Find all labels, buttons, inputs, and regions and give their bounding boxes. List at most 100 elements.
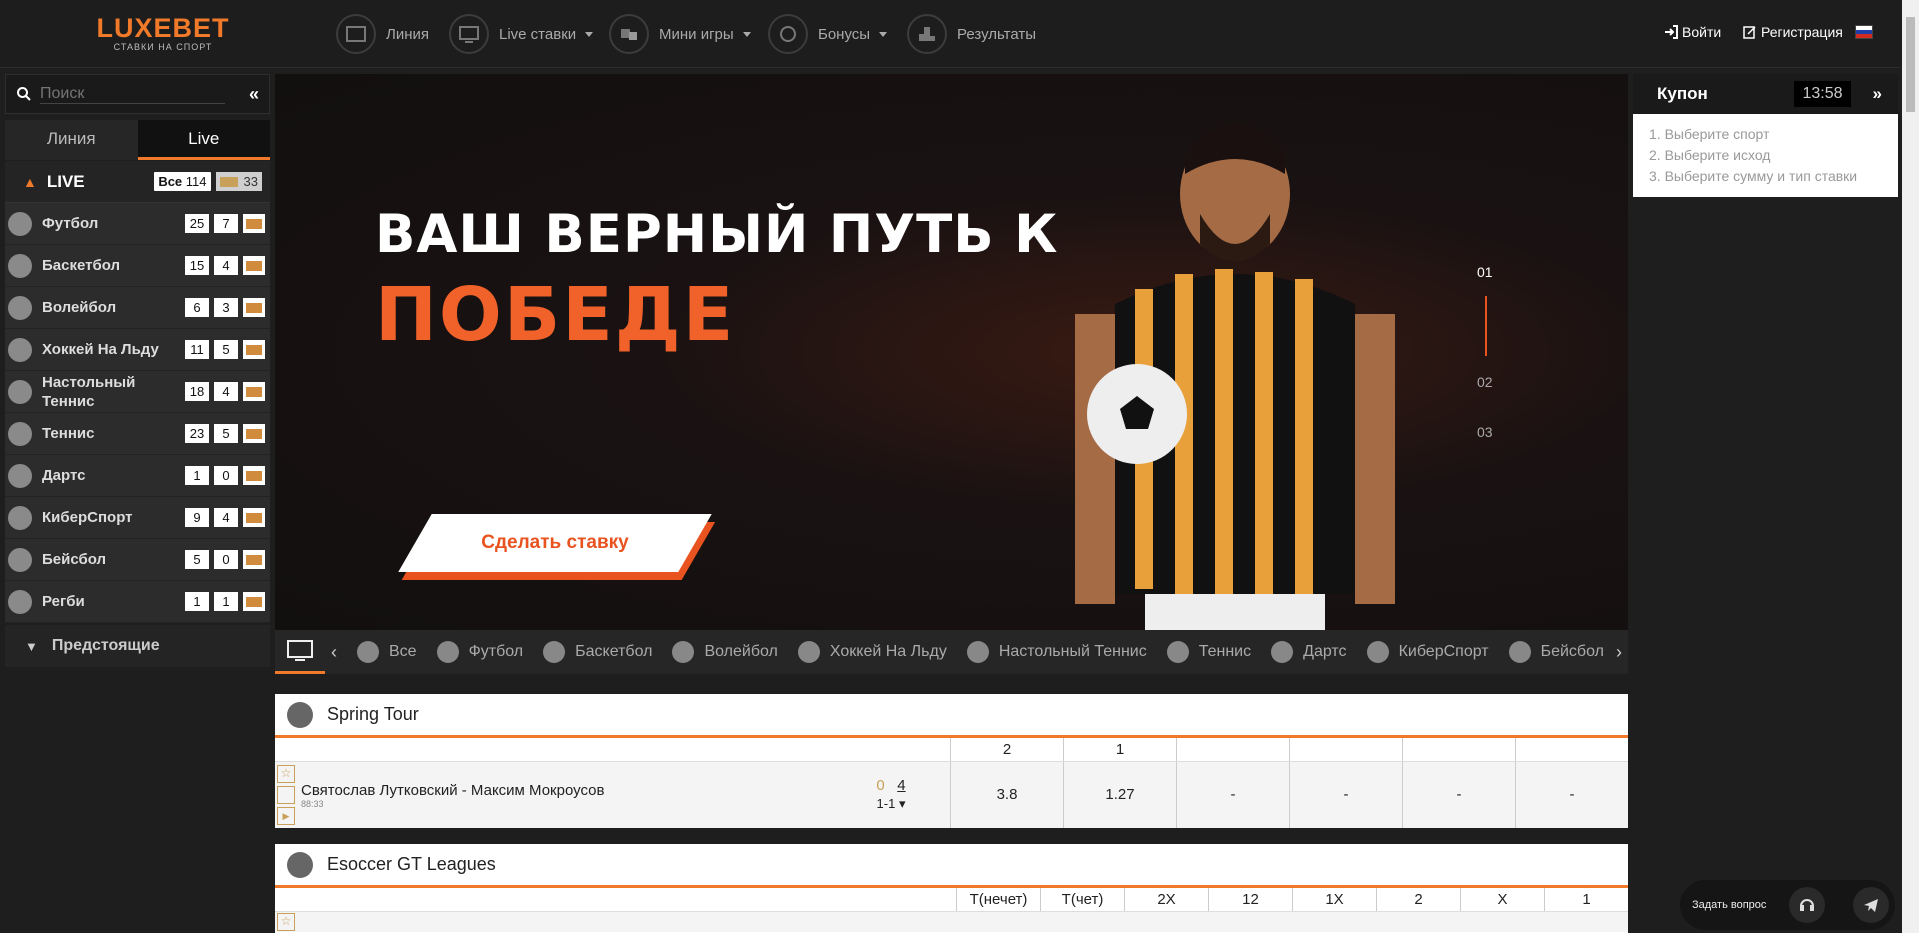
live-count-badge: 5 bbox=[214, 424, 238, 443]
sport-icon bbox=[436, 641, 459, 663]
odd-cell[interactable]: 3.8 bbox=[950, 762, 1063, 828]
make-bet-button[interactable]: Сделать ставку bbox=[398, 514, 712, 572]
collapse-icon[interactable]: « bbox=[249, 84, 259, 105]
odd-cell[interactable]: - bbox=[1289, 762, 1402, 828]
live-count-badge: 4 bbox=[214, 256, 238, 275]
telegram-icon[interactable] bbox=[1852, 887, 1889, 923]
odd-cell[interactable]: - bbox=[1515, 762, 1628, 828]
slide-1[interactable]: 01 bbox=[1477, 264, 1493, 280]
favorite-icon[interactable]: ☆ bbox=[277, 913, 295, 931]
collapse-icon[interactable]: » bbox=[1873, 84, 1882, 104]
sport-tab[interactable]: Хоккей На Льду bbox=[797, 641, 947, 663]
live-icon bbox=[243, 214, 265, 233]
sport-tab[interactable]: Футбол bbox=[436, 641, 523, 663]
sport-icon bbox=[8, 337, 32, 362]
register-icon bbox=[1743, 26, 1756, 39]
flag-ru-icon[interactable] bbox=[1855, 25, 1873, 39]
sport-icon bbox=[8, 589, 32, 614]
sidebar-item-sport[interactable]: Регби 1 1 bbox=[5, 581, 270, 623]
sidebar-item-sport[interactable]: Дартс 1 0 bbox=[5, 455, 270, 497]
login-button[interactable]: Войти bbox=[1664, 24, 1721, 40]
sidebar-item-sport[interactable]: Волейбол 6 3 bbox=[5, 287, 270, 329]
count-badge: 18 bbox=[185, 382, 209, 401]
nav-results[interactable]: Результаты bbox=[907, 14, 1036, 54]
event-block-esoccer: Esoccer GT Leagues Т(нечет) Т(чет) 2Х 12 1Х 2… bbox=[275, 844, 1628, 933]
register-button[interactable]: Регистрация bbox=[1743, 24, 1843, 40]
favorite-icon[interactable]: ☆ bbox=[277, 765, 295, 783]
live-icon bbox=[243, 424, 265, 443]
sport-icon bbox=[8, 253, 32, 278]
nav-line[interactable]: Линия bbox=[336, 14, 429, 54]
live-header[interactable]: ▲ LIVE Все 114 33 bbox=[5, 161, 270, 203]
live-icon bbox=[219, 176, 238, 187]
football-icon bbox=[287, 851, 313, 878]
sport-icon bbox=[8, 211, 32, 236]
sidebar-item-sport[interactable]: Теннис 23 5 bbox=[5, 413, 270, 455]
sidebar-item-sport[interactable]: Бейсбол 5 0 bbox=[5, 539, 270, 581]
slide-3[interactable]: 03 bbox=[1477, 424, 1493, 440]
sport-tab[interactable]: Волейбол bbox=[672, 641, 778, 663]
league-title: Esoccer GT Leagues bbox=[327, 854, 496, 874]
headset-icon[interactable] bbox=[1788, 887, 1825, 923]
odd-cell[interactable]: 1.27 bbox=[1063, 762, 1176, 828]
sport-tab[interactable]: Все bbox=[357, 641, 417, 663]
scrollbar[interactable] bbox=[1902, 0, 1919, 933]
live-tv-icon bbox=[287, 639, 313, 661]
chevron-down-icon bbox=[879, 31, 888, 37]
sport-tab[interactable]: Теннис bbox=[1166, 641, 1251, 663]
sport-icon bbox=[797, 641, 820, 663]
live-tab[interactable] bbox=[275, 630, 325, 674]
live-count-badge[interactable]: 33 bbox=[215, 172, 262, 191]
chevron-right-icon[interactable]: › bbox=[1612, 641, 1622, 663]
logo[interactable]: LUXEBET СТАВКИ НА СПОРТ bbox=[88, 14, 238, 52]
odd-cell[interactable]: - bbox=[1402, 762, 1515, 828]
match-info[interactable]: Святослав Лутковский - Максим Мокроусов … bbox=[299, 782, 856, 809]
odd-cell[interactable]: - bbox=[1176, 762, 1289, 828]
upcoming-toggle[interactable]: ▼ Предстоящие bbox=[5, 625, 270, 667]
search-input[interactable] bbox=[40, 84, 225, 104]
sport-icon bbox=[543, 641, 566, 663]
live-count-badge: 7 bbox=[214, 214, 238, 233]
help-widget[interactable]: Задать вопрос bbox=[1680, 880, 1895, 930]
sidebar-item-sport[interactable]: Баскетбол 15 4 bbox=[5, 245, 270, 287]
search-box: « bbox=[5, 74, 270, 114]
login-icon bbox=[1665, 25, 1678, 39]
play-icon[interactable]: ▶ bbox=[277, 807, 295, 825]
nav-bonuses[interactable]: Бонусы bbox=[768, 14, 888, 54]
live-icon bbox=[243, 382, 265, 401]
live-icon bbox=[243, 256, 265, 275]
sport-tab[interactable]: Настольный Теннис bbox=[966, 641, 1147, 663]
live-count-badge: 4 bbox=[214, 508, 238, 527]
live-count-badge: 3 bbox=[214, 298, 238, 317]
sport-icon bbox=[1166, 641, 1189, 663]
sidebar-item-sport[interactable]: КиберСпорт 9 4 bbox=[5, 497, 270, 539]
sport-tab[interactable]: Дартс bbox=[1271, 641, 1347, 663]
score: 0 4 1-1 ▾ bbox=[876, 777, 906, 811]
podium-icon bbox=[907, 14, 947, 54]
count-badge: 23 bbox=[185, 424, 209, 443]
sport-icon bbox=[8, 295, 32, 320]
all-count-badge[interactable]: Все 114 bbox=[154, 172, 211, 191]
sidebar-item-sport[interactable]: Настольный Теннис 18 4 bbox=[5, 371, 270, 413]
nav-mini-games[interactable]: Мини игры bbox=[609, 14, 751, 54]
slide-2[interactable]: 02 bbox=[1477, 374, 1493, 390]
live-count-badge: 1 bbox=[214, 592, 238, 611]
sidebar-item-sport[interactable]: Футбол 25 7 bbox=[5, 203, 270, 245]
sport-icon bbox=[1271, 641, 1294, 663]
tab-line[interactable]: Линия bbox=[5, 120, 138, 160]
event-block-spring-tour: Spring Tour 21 ☆ ▶ Святослав Лутковский … bbox=[275, 694, 1628, 828]
stats-icon[interactable] bbox=[277, 786, 295, 804]
sidebar-item-sport[interactable]: Хоккей На Льду 11 5 bbox=[5, 329, 270, 371]
chevron-down-icon: ▼ bbox=[25, 638, 38, 654]
count-badge: 11 bbox=[185, 340, 209, 359]
count-badge: 6 bbox=[185, 298, 209, 317]
nav-live[interactable]: Live ставки bbox=[449, 14, 594, 54]
bonus-icon bbox=[768, 14, 808, 54]
tab-live[interactable]: Live bbox=[137, 120, 270, 160]
clock: 13:58 bbox=[1794, 81, 1851, 107]
live-icon bbox=[243, 508, 265, 527]
sport-tab[interactable]: Баскетбол bbox=[543, 641, 652, 663]
sport-tab[interactable]: КиберСпорт bbox=[1366, 641, 1489, 663]
chevron-down-icon bbox=[585, 31, 594, 37]
sport-tab[interactable]: Бейсбол bbox=[1508, 641, 1604, 663]
